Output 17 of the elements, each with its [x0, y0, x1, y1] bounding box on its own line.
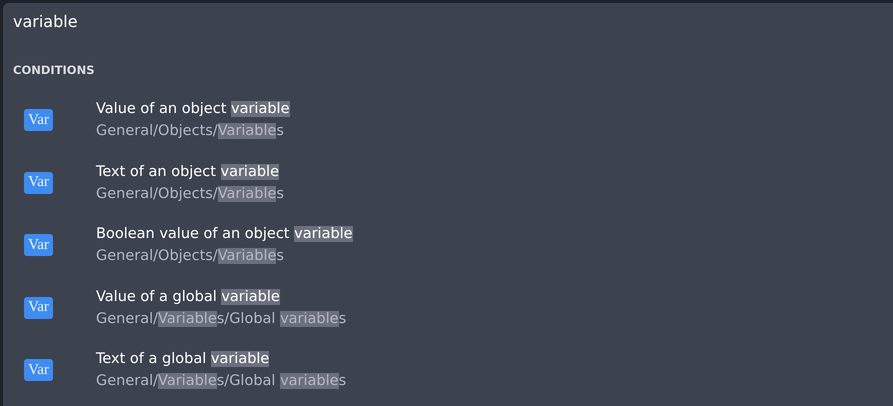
result-title[interactable]: Value of a global variable [96, 286, 346, 307]
result-path: General/Objects/Variables [96, 247, 285, 266]
variable-badge: Var [24, 359, 53, 382]
variable-badge: Var [24, 109, 53, 132]
result-path: General/Variables/Global variables [96, 372, 346, 392]
result-path: General/Variables/Global variables [96, 310, 346, 329]
result-title[interactable]: Text of an object variable [96, 162, 284, 182]
variable-badge: Var [24, 234, 53, 256]
section-heading: CONDITIONS [13, 63, 96, 79]
result-title[interactable]: Boolean value of an object variable [96, 224, 353, 244]
result-title[interactable]: Text of a global variable [96, 349, 346, 370]
variable-badge: Var [24, 296, 53, 319]
variable-badge: Var [24, 172, 53, 194]
result-path: General/Objects/Variables [96, 122, 285, 142]
result-title[interactable]: Value of an object variable [96, 99, 290, 120]
search-field[interactable]: variable [13, 9, 413, 33]
result-path: General/Objects/Variables [96, 184, 284, 204]
